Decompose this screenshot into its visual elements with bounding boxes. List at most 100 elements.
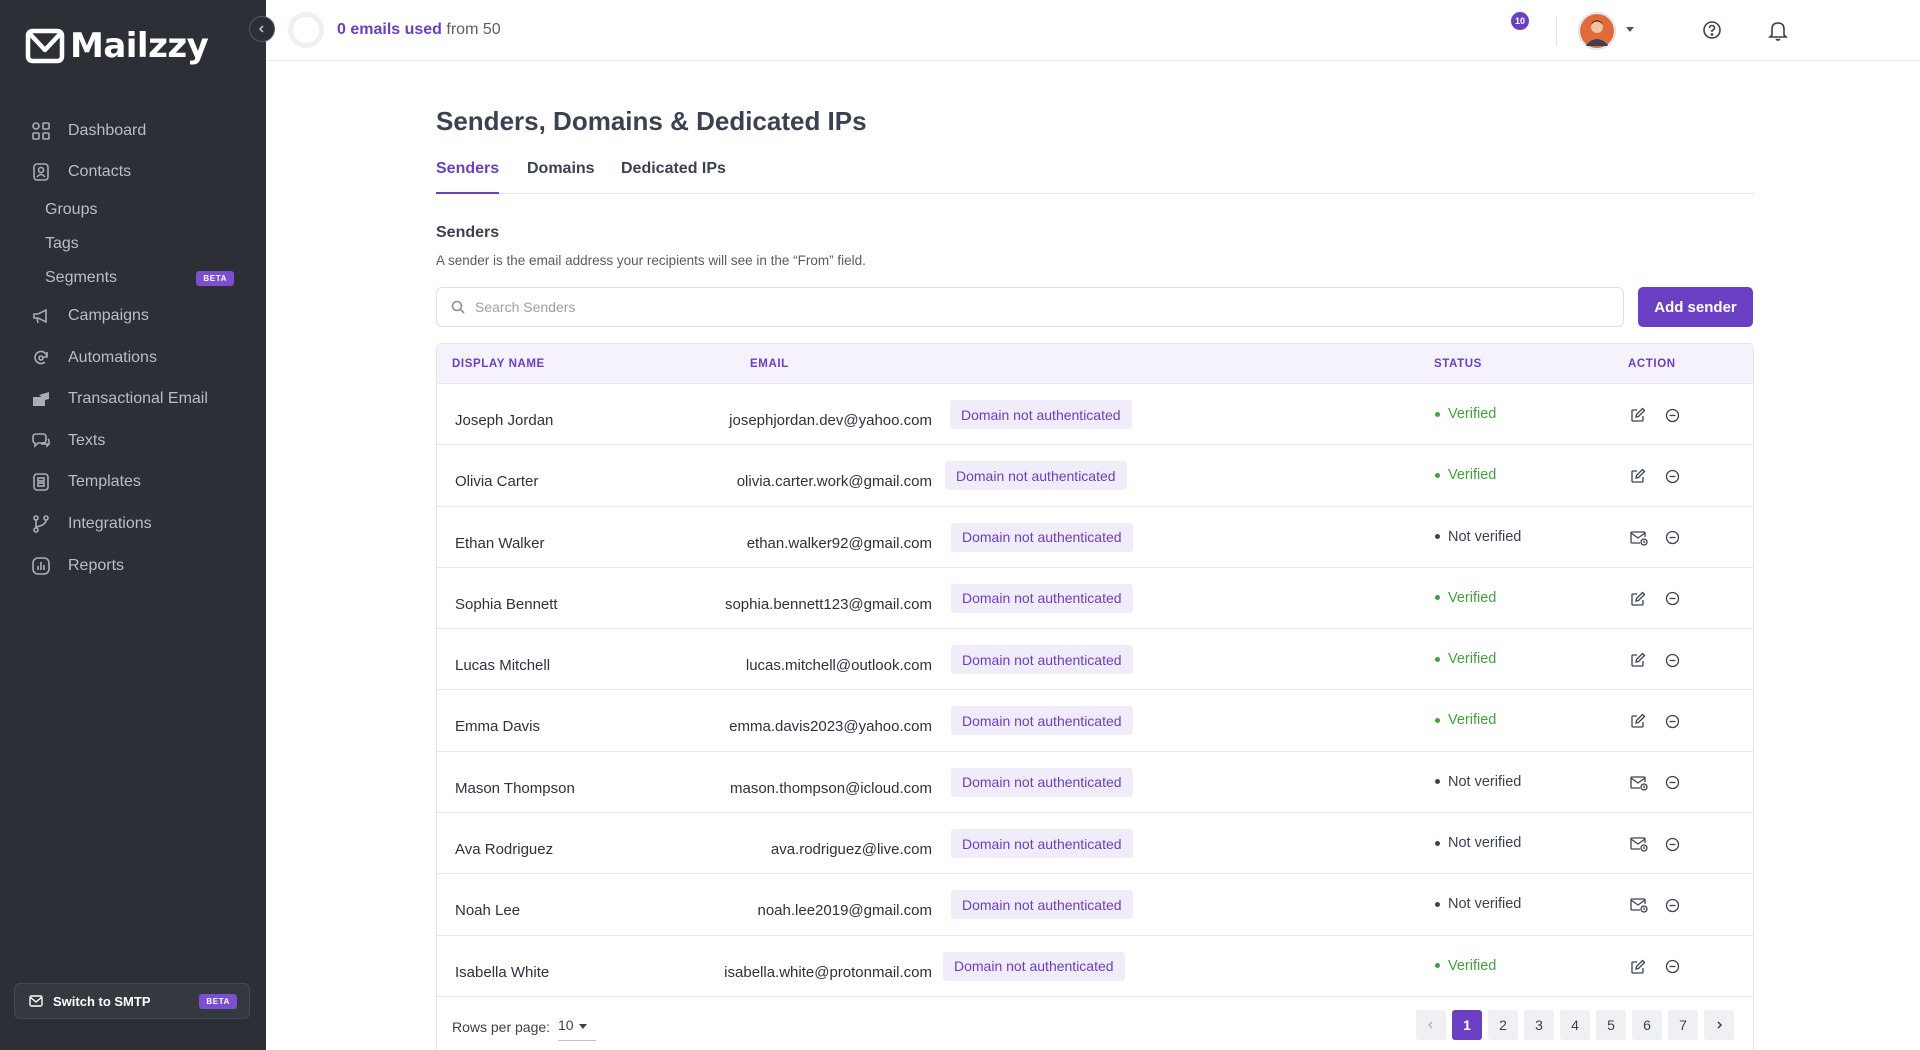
edit-icon[interactable] [1629,467,1647,485]
next-page-button[interactable] [1704,1009,1734,1040]
status-text: Not verified [1448,528,1522,545]
page-button[interactable]: 1 [1452,1009,1482,1040]
sidebar-subitem-segments[interactable]: Segments BETA [0,261,266,295]
sidebar-subitem-tags[interactable]: Tags [0,227,266,261]
status-text: Verified [1448,957,1497,974]
section-description: A sender is the email address your recip… [436,253,866,268]
resend-verification-icon[interactable] [1630,774,1648,792]
table-footer: Rows per page: 10 1234567 [437,997,1753,1050]
status-text: Verified [1448,467,1497,484]
remove-icon[interactable] [1663,896,1681,914]
logo[interactable]: Mailzzy [24,26,209,66]
sidebar-item-label: Integrations [68,514,152,532]
remove-icon[interactable] [1663,651,1681,669]
domain-status-badge[interactable]: Domain not authenticated [951,829,1133,859]
domain-status-badge[interactable]: Domain not authenticated [950,400,1132,429]
page-button[interactable]: 3 [1524,1009,1554,1040]
template-icon [30,471,52,493]
collapse-sidebar-button[interactable] [249,16,275,42]
resend-verification-icon[interactable] [1630,529,1648,547]
sidebar-subitem-groups[interactable]: Groups [0,193,266,227]
rows-per-page-select[interactable]: 10 [558,1015,596,1041]
sidebar-item-campaigns[interactable]: Campaigns [0,295,266,337]
avatar[interactable] [1578,12,1616,50]
previous-page-button[interactable] [1416,1009,1446,1040]
chevron-right-icon [1717,1021,1723,1029]
domain-status-badge[interactable]: Domain not authenticated [951,767,1133,797]
page-button[interactable]: 7 [1668,1009,1698,1040]
status-text: Verified [1448,651,1497,668]
sidebar-item-contacts[interactable]: Contacts [0,152,266,194]
sender-display-name: Mason Thompson [455,779,575,797]
dashboard-icon [30,120,52,142]
user-avatar-icon [1580,14,1614,48]
status-dot [1435,840,1440,846]
sender-email: ethan.walker92@gmail.com [746,534,932,552]
brand-name: Mailzzy [70,26,209,66]
sender-email: olivia.carter.work@gmail.com [736,473,932,491]
remove-icon[interactable] [1663,835,1681,853]
remove-icon[interactable] [1663,467,1681,485]
table-row: Emma Davis emma.davis2023@yahoo.com Domain… [437,690,1753,752]
page-button[interactable]: 6 [1632,1009,1662,1040]
edit-icon[interactable] [1629,958,1647,976]
sidebar-item-templates[interactable]: Templates [0,462,266,504]
domain-status-badge[interactable]: Domain not authenticated [951,522,1133,552]
search-input[interactable] [475,299,1575,315]
status-dot [1435,656,1440,662]
megaphone-icon [30,305,52,327]
table-row: Noah Lee noah.lee2019@gmail.com Domain not… [437,874,1753,936]
sidebar-item-label: Contacts [68,163,132,181]
remove-icon[interactable] [1663,406,1681,424]
domain-status-badge[interactable]: Domain not authenticated [951,706,1133,736]
sender-email: josephjordan.dev@yahoo.com [729,412,932,429]
tab-domains[interactable]: Domains [527,160,595,192]
remove-icon[interactable] [1663,774,1681,792]
status-badge: Verified [1435,467,1496,483]
sender-display-name: Noah Lee [455,902,521,920]
domain-status-badge[interactable]: Domain not authenticated [943,951,1125,981]
avatar-dropdown-caret-icon[interactable] [1626,27,1634,32]
sidebar-item-dashboard[interactable]: Dashboard [0,110,266,152]
chat-icon [30,430,52,452]
switch-to-smtp-button[interactable]: Switch to SMTP BETA [14,983,250,1019]
page-button[interactable]: 2 [1488,1009,1518,1040]
add-sender-button[interactable]: Add sender [1638,287,1753,327]
help-icon[interactable] [1700,18,1724,42]
sidebar-item-label: Reports [68,556,125,574]
status-text: Not verified [1448,896,1522,913]
table-row: Joseph Jordan josephjordan.dev@yahoo.com D… [437,384,1753,446]
sidebar-item-automations[interactable]: Automations [0,337,266,379]
sidebar-item-reports[interactable]: Reports [0,545,266,587]
tab-dedicated-ips[interactable]: Dedicated IPs [621,160,726,192]
chevron-down-icon[interactable] [579,1023,587,1029]
edit-icon[interactable] [1629,590,1647,608]
bell-icon[interactable] [1766,18,1790,42]
page-button[interactable]: 4 [1560,1009,1590,1040]
remove-icon[interactable] [1663,958,1681,976]
resend-verification-icon[interactable] [1630,896,1648,914]
sidebar-item-texts[interactable]: Texts [0,420,266,462]
status-badge: Not verified [1435,896,1521,912]
remove-icon[interactable] [1663,529,1681,547]
remove-icon[interactable] [1663,590,1681,608]
edit-icon[interactable] [1629,712,1647,730]
sender-email: ava.rodriguez@live.com [770,841,932,859]
integration-icon [30,513,52,535]
tab-senders[interactable]: Senders [436,160,500,194]
status-text: Verified [1448,589,1497,606]
resend-verification-icon[interactable] [1630,835,1648,853]
topbar-divider [1556,16,1557,46]
remove-icon[interactable] [1663,712,1681,730]
usage-used: 0 emails used [337,21,442,38]
edit-icon[interactable] [1629,651,1647,669]
table-row: Lucas Mitchell lucas.mitchell@outlook.com… [437,629,1753,691]
domain-status-badge[interactable]: Domain not authenticated [951,890,1133,920]
sidebar-item-transactional-email[interactable]: Transactional Email [0,378,266,420]
domain-status-badge[interactable]: Domain not authenticated [951,583,1133,613]
sidebar-item-integrations[interactable]: Integrations [0,503,266,545]
domain-status-badge[interactable]: Domain not authenticated [945,461,1127,491]
domain-status-badge[interactable]: Domain not authenticated [951,645,1133,675]
edit-icon[interactable] [1629,406,1647,424]
page-button[interactable]: 5 [1596,1009,1626,1040]
